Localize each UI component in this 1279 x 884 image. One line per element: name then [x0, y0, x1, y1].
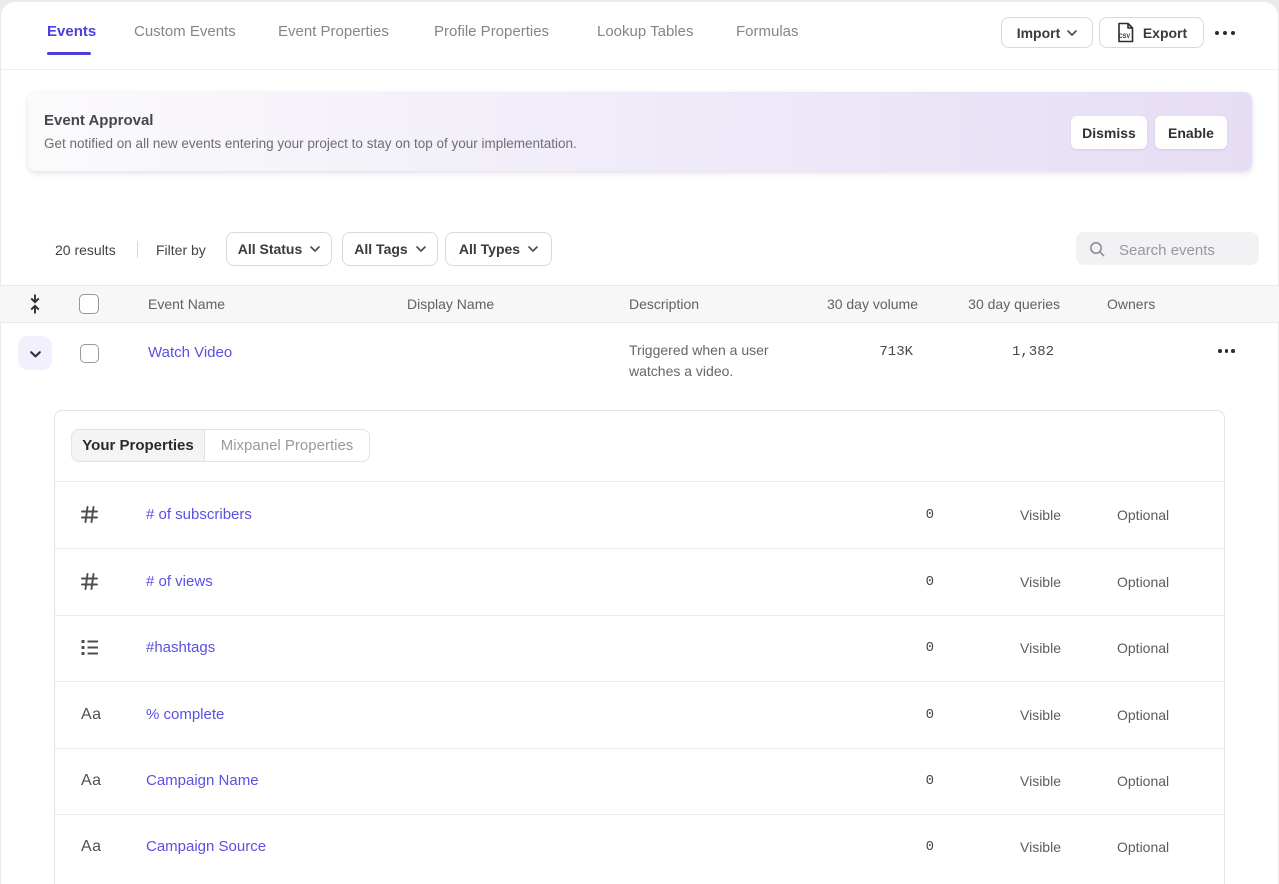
- svg-text:CSV: CSV: [1118, 33, 1130, 40]
